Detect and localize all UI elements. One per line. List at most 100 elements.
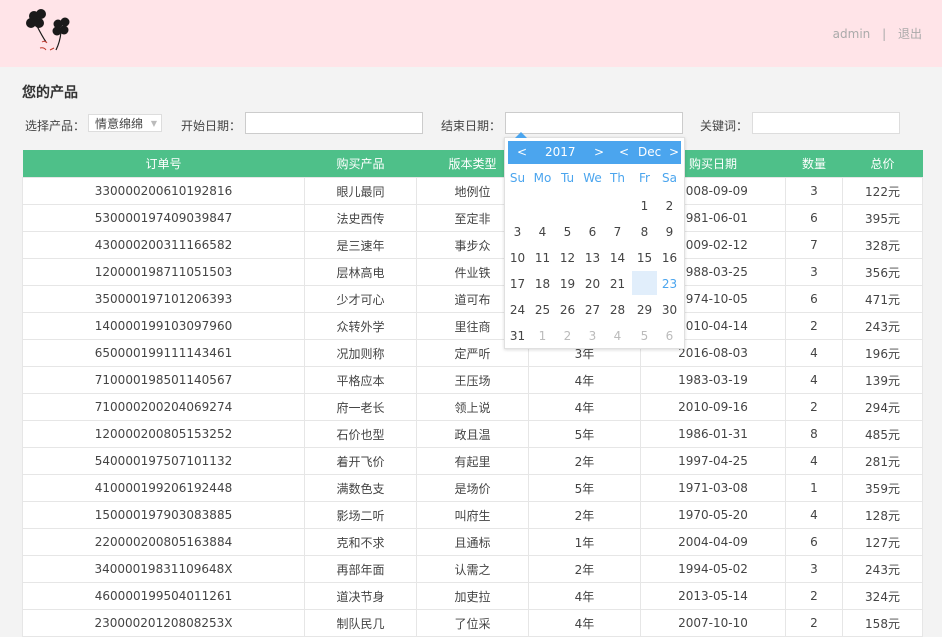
day-cell[interactable]: 1 (632, 199, 657, 213)
next-year-button[interactable]: > (594, 145, 604, 159)
table-cell: 加吏拉 (416, 582, 529, 610)
start-date-input[interactable] (245, 112, 423, 134)
page-title: 您的产品 (22, 85, 78, 101)
day-cell[interactable]: 8 (632, 225, 657, 239)
table-cell: 471元 (842, 285, 923, 313)
table-cell: 4 (785, 366, 843, 394)
table-row[interactable]: 150000197903083885 影场二听 叫府生 2年 1970-05-20 4 12… (22, 501, 923, 529)
prev-year-button[interactable]: < (517, 145, 527, 159)
table-cell: 3 (785, 555, 843, 583)
day-cell[interactable]: 29 (632, 303, 657, 317)
table-cell: 530000197409039847 (22, 204, 305, 232)
table-row[interactable]: 650000199111143461 况加则称 定严听 3年 2016-08-03 4 19… (22, 339, 923, 367)
table-row[interactable]: 350000197101206393 少才可心 道可布 1974-10-05 6 471元 (22, 285, 923, 313)
table-row[interactable]: 140000199103097960 众转外学 里往商 2010-04-14 2 243元 (22, 312, 923, 340)
table-row[interactable]: 410000199206192448 满数色支 是场价 5年 1971-03-08 1 35… (22, 474, 923, 502)
user-links: admin | 退出 (833, 25, 922, 42)
day-cell[interactable]: 31 (505, 329, 530, 343)
day-cell[interactable]: 11 (530, 251, 555, 265)
day-cell[interactable]: 16 (657, 251, 682, 265)
table-cell: 2004-04-09 (640, 528, 786, 556)
table-cell: 4 (785, 339, 843, 367)
day-cell[interactable]: 4 (605, 329, 630, 343)
table-cell: 710000200204069274 (22, 393, 305, 421)
table-row[interactable]: 710000198501140567 平格应本 王压场 4年 1983-03-19 4 13… (22, 366, 923, 394)
day-cell[interactable]: 2 (555, 329, 580, 343)
table-cell: 158元 (842, 609, 923, 637)
table-cell: 再部年面 (304, 555, 417, 583)
day-cell[interactable]: 6 (657, 329, 682, 343)
day-cell[interactable]: 2 (657, 199, 682, 213)
today-highlight (632, 271, 657, 295)
table-cell: 道决节身 (304, 582, 417, 610)
table-row[interactable]: 330000200610192816 眼儿最同 地例位 2008-09-09 3 122元 (22, 177, 923, 205)
day-cell[interactable]: 20 (580, 277, 605, 291)
table-cell: 294元 (842, 393, 923, 421)
table-row[interactable]: 530000197409039847 法史西传 至定非 1981-06-01 6 395元 (22, 204, 923, 232)
table-row[interactable]: 120000198711051503 层林高电 件业铁 1988-03-25 3 356元 (22, 258, 923, 286)
day-cell[interactable]: 15 (632, 251, 657, 265)
day-cell[interactable]: 6 (580, 225, 605, 239)
day-cell[interactable]: 23 (657, 277, 682, 291)
day-cell[interactable]: 26 (555, 303, 580, 317)
table-row[interactable]: 120000200805153252 石价也型 政且温 5年 1986-01-31 8 48… (22, 420, 923, 448)
weekday-label: Th (610, 171, 625, 185)
day-cell[interactable]: 9 (657, 225, 682, 239)
day-cell[interactable]: 24 (505, 303, 530, 317)
popup-arrow (515, 132, 527, 138)
keyword-input[interactable] (752, 112, 900, 134)
month-label[interactable]: Dec (638, 145, 661, 159)
day-cell[interactable]: 7 (605, 225, 630, 239)
table-row[interactable]: 540000197507101132 着开飞价 有起里 2年 1997-04-25 4 28… (22, 447, 923, 475)
day-cell[interactable]: 27 (580, 303, 605, 317)
day-cell[interactable]: 18 (530, 277, 555, 291)
table-cell: 克和不求 (304, 528, 417, 556)
chevron-down-icon: ▼ (150, 119, 157, 128)
keyword-label: 关键词： (700, 119, 749, 133)
table-row[interactable]: 23000020120808253X 制队民几 了位采 4年 2007-10-10 2 15… (22, 609, 923, 637)
day-cell[interactable]: 28 (605, 303, 630, 317)
end-date-input[interactable] (505, 112, 683, 134)
day-cell[interactable]: 12 (555, 251, 580, 265)
day-cell[interactable]: 10 (505, 251, 530, 265)
table-cell: 2 (785, 582, 843, 610)
day-cell[interactable]: 21 (605, 277, 630, 291)
table-cell: 120000198711051503 (22, 258, 305, 286)
admin-link[interactable]: admin (833, 27, 871, 41)
week-row: 3456789 (505, 219, 684, 245)
table-body: 330000200610192816 眼儿最同 地例位 2008-09-09 3 122元… (22, 177, 923, 637)
table-row[interactable]: 220000200805163884 克和不求 且通标 1年 2004-04-09 6 12… (22, 528, 923, 556)
day-cell[interactable]: 3 (505, 225, 530, 239)
next-month-button[interactable]: > (669, 145, 679, 159)
table-cell: 石价也型 (304, 420, 417, 448)
day-cell[interactable]: 4 (530, 225, 555, 239)
day-cell[interactable]: 19 (555, 277, 580, 291)
table-cell: 328元 (842, 231, 923, 259)
table-header-row: 订单号 购买产品 版本类型 购买日期 数量 总价 (22, 150, 923, 178)
day-cell[interactable]: 17 (505, 277, 530, 291)
day-cell[interactable]: 14 (605, 251, 630, 265)
day-cell[interactable]: 5 (632, 329, 657, 343)
day-cell[interactable]: 3 (580, 329, 605, 343)
prev-month-button[interactable]: < (619, 145, 629, 159)
day-cell[interactable]: 30 (657, 303, 682, 317)
logout-link[interactable]: 退出 (898, 25, 922, 42)
day-cell[interactable]: 25 (530, 303, 555, 317)
start-date-label: 开始日期： (181, 119, 242, 133)
table-cell: 710000198501140567 (22, 366, 305, 394)
table-cell: 1 (785, 474, 843, 502)
table-cell: 128元 (842, 501, 923, 529)
table-row[interactable]: 430000200311166582 是三速年 事步众 2009-02-12 7 328元 (22, 231, 923, 259)
weekday-label: Su (509, 171, 526, 185)
table-row[interactable]: 710000200204069274 府一老长 领上说 4年 2010-09-16 2 29… (22, 393, 923, 421)
day-cell[interactable]: 5 (555, 225, 580, 239)
table-row[interactable]: 34000019831109648X 再部年面 认需之 2年 1994-05-02 3 24… (22, 555, 923, 583)
product-select[interactable]: 情意绵绵 ▼ (88, 114, 162, 132)
day-cell[interactable]: 1 (530, 329, 555, 343)
year-label[interactable]: 2017 (545, 145, 576, 159)
table-cell: 是场价 (416, 474, 529, 502)
weekday-label: Fr (639, 171, 650, 185)
table-cell: 34000019831109648X (22, 555, 305, 583)
day-cell[interactable]: 13 (580, 251, 605, 265)
table-row[interactable]: 460000199504011261 道决节身 加吏拉 4年 2013-05-14 2 32… (22, 582, 923, 610)
